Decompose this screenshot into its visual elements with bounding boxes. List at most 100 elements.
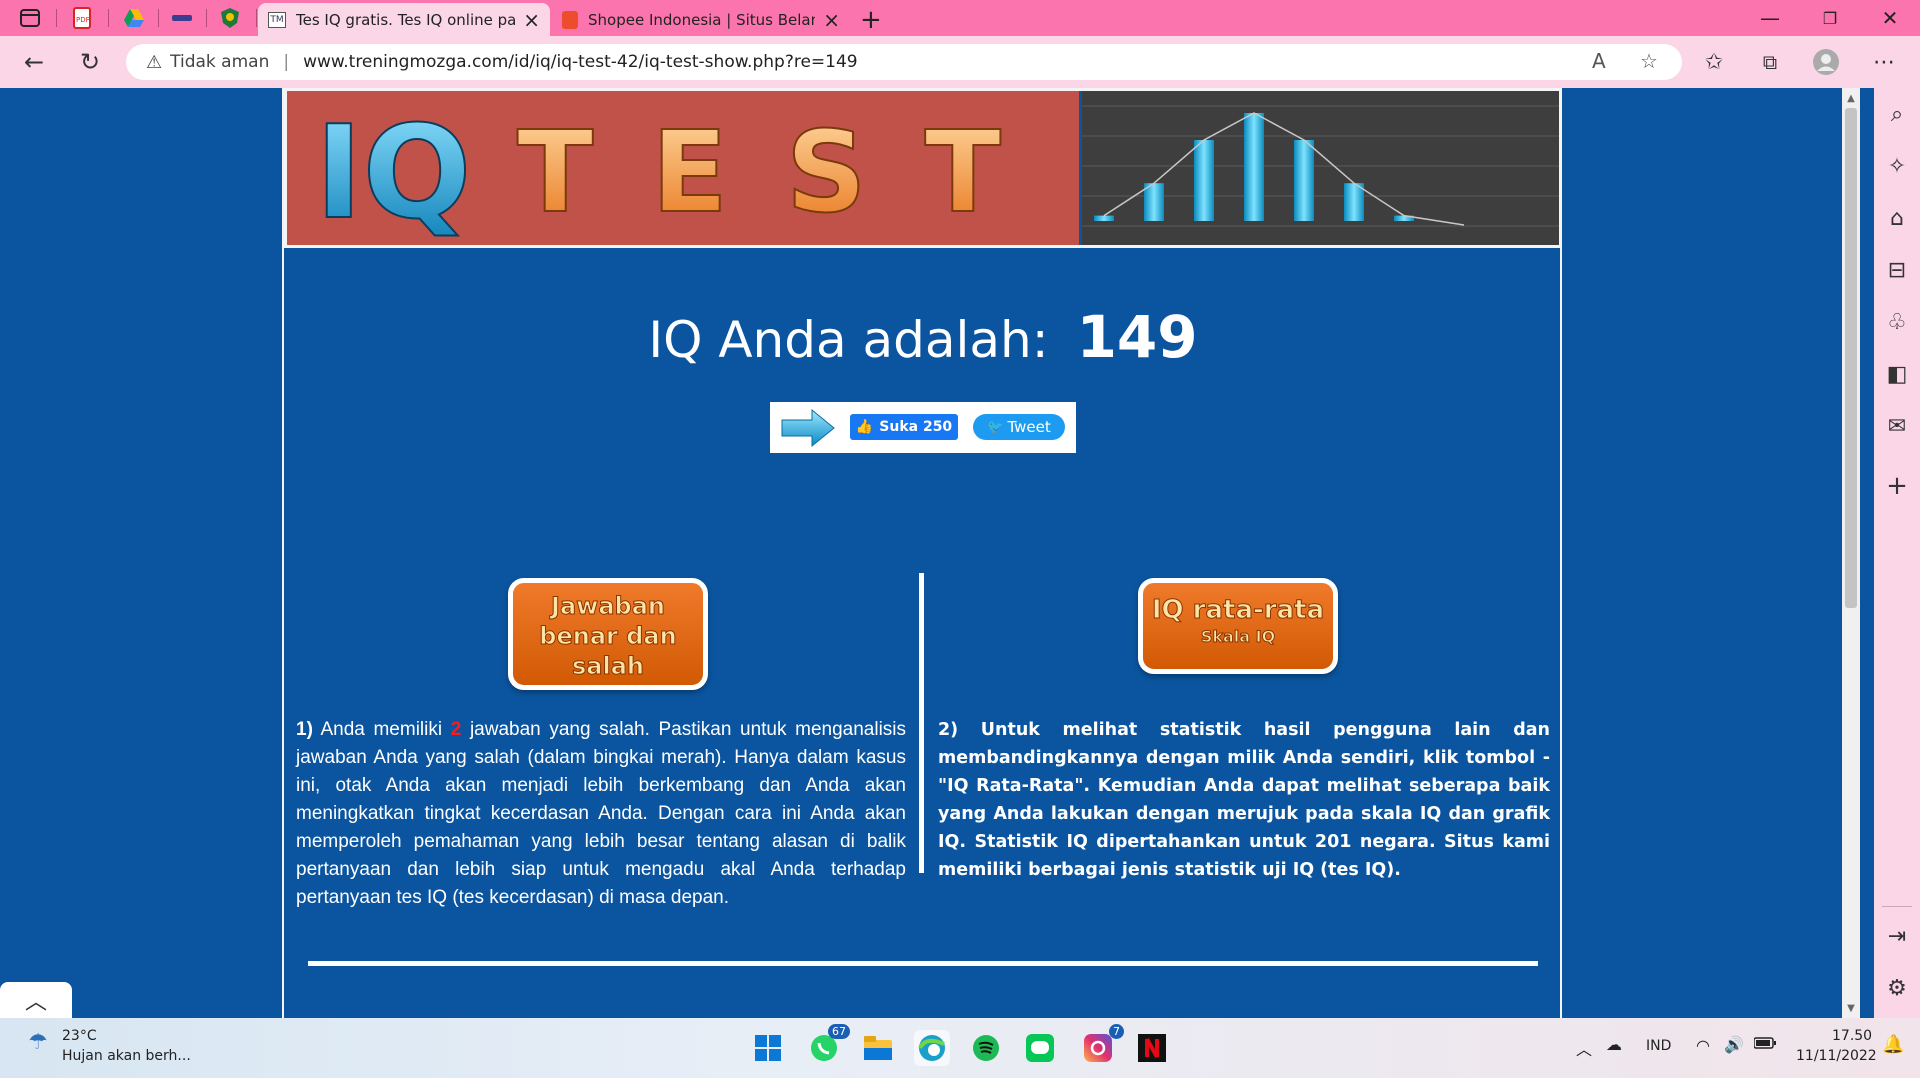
netflix-icon[interactable] — [1134, 1030, 1170, 1066]
clock-date[interactable]: 11/11/2022 — [1796, 1048, 1877, 1064]
svg-text:PDF: PDF — [76, 16, 90, 24]
scrollbar-thumb[interactable] — [1845, 108, 1857, 608]
correct-wrong-answers-button[interactable]: Jawaban benar dan salah — [508, 578, 708, 690]
instagram-badge: 7 — [1109, 1024, 1124, 1039]
address-bar[interactable]: ⚠ Tidak aman | www.treningmozga.com/id/i… — [126, 44, 1682, 80]
share-box: 👍 Suka 250 🐦 Tweet — [770, 402, 1076, 453]
banner-logo: IQ TEST — [287, 91, 1079, 245]
vertical-scrollbar[interactable]: ▲ ▼ — [1842, 88, 1860, 1018]
tab-title: Shopee Indonesia | Situs Belanja — [588, 10, 816, 29]
scroll-to-top-button[interactable]: ︿ — [0, 982, 72, 1018]
file-explorer-icon[interactable] — [860, 1030, 896, 1066]
edge-sidebar: ⌕ ✧ ⌂ ⊟ ♧ ◧ ✉ + ⇥ ⚙ — [1874, 88, 1920, 1018]
warning-icon[interactable]: ⚠ — [146, 52, 162, 73]
edge-browser-icon[interactable] — [914, 1030, 950, 1066]
start-windows-icon[interactable] — [750, 1030, 786, 1066]
tab-title: Tes IQ gratis. Tes IQ online paling — [296, 10, 516, 29]
outlook-icon[interactable]: ✉ — [1874, 406, 1920, 446]
tab-shopee[interactable]: Shopee Indonesia | Situs Belanja × — [552, 3, 850, 36]
games-icon[interactable]: ♧ — [1874, 302, 1920, 342]
close-tab-icon[interactable]: × — [523, 8, 540, 32]
average-button-sublabel: Skala IQ — [1200, 627, 1276, 647]
line-app-icon[interactable] — [1022, 1030, 1058, 1066]
weather-desc[interactable]: Hujan akan berh... — [62, 1048, 191, 1064]
weather-temp[interactable]: 23°C — [62, 1028, 97, 1044]
page-content: IQ TEST IQ Anda adalah: 149 👍 Suka 250 🐦… — [282, 88, 1562, 1018]
tab-actions-icon[interactable] — [8, 3, 52, 33]
copilot-sparkle-icon[interactable]: ✧ — [1874, 146, 1920, 186]
refresh-icon[interactable]: ↻ — [72, 44, 108, 80]
battery-icon[interactable] — [1753, 1037, 1776, 1053]
tray-chevron-up-icon[interactable]: ︿ — [1576, 1036, 1592, 1060]
curve-bar — [1294, 140, 1314, 221]
arrow-right-icon — [781, 408, 835, 448]
more-menu-icon[interactable]: ⋯ — [1866, 44, 1902, 80]
minimize-button[interactable]: — — [1740, 0, 1800, 36]
add-icon[interactable]: + — [1874, 466, 1920, 506]
pdf-icon[interactable]: PDF — [60, 3, 104, 33]
para1-lead: Anda memiliki — [320, 719, 443, 740]
weather-rain-icon[interactable]: ☂ — [28, 1030, 48, 1055]
wrong-count: 2 — [450, 719, 462, 740]
tools-icon[interactable]: ⊟ — [1874, 250, 1920, 290]
back-icon[interactable]: ← — [16, 44, 52, 80]
wrong-answers-paragraph: 1) Anda memiliki 2 jawaban yang salah. P… — [296, 716, 906, 912]
language-indicator[interactable]: IND — [1646, 1038, 1671, 1054]
thumbs-up-icon: 👍 — [855, 419, 874, 435]
close-tab-icon[interactable]: × — [823, 8, 840, 32]
iq-result: IQ Anda adalah: 149 — [284, 303, 1562, 371]
whatsapp-badge: 67 — [828, 1024, 850, 1039]
clock-time[interactable]: 17.50 — [1832, 1028, 1872, 1044]
bell-curve-chart — [1082, 91, 1559, 245]
chevron-up-icon: ︿ — [24, 990, 47, 1015]
close-window-button[interactable]: ✕ — [1860, 0, 1920, 36]
add-favorite-icon[interactable]: ☆ — [1640, 49, 1658, 73]
para2-number: 2) — [938, 720, 959, 740]
logo-test-text: TEST — [517, 108, 1059, 238]
column-divider — [919, 573, 924, 873]
iq-result-label: IQ Anda adalah: — [648, 311, 1049, 369]
like-label: Suka 250 — [879, 419, 953, 435]
collections-icon[interactable]: ⧉ — [1752, 44, 1788, 80]
onedrive-cloud-icon[interactable]: ☁ — [1606, 1035, 1622, 1054]
facebook-like-button[interactable]: 👍 Suka 250 — [850, 414, 958, 440]
favorites-icon[interactable]: ✩ — [1696, 44, 1732, 80]
sidebar-hide-icon[interactable]: ⇥ — [1874, 916, 1920, 956]
search-icon[interactable]: ⌕ — [1874, 94, 1920, 134]
windows-taskbar: ☂ 23°C Hujan akan berh... 67 7 ︿ ☁ IND ◠… — [0, 1018, 1920, 1078]
instagram-icon[interactable]: 7 — [1080, 1024, 1124, 1066]
curve-bar — [1094, 215, 1114, 221]
average-button-label: IQ rata-rata — [1151, 595, 1325, 626]
iq-test-banner: IQ TEST — [284, 88, 1562, 248]
tweet-label: Tweet — [1007, 418, 1051, 436]
read-aloud-icon[interactable]: A — [1592, 49, 1606, 73]
logo-iq-text: IQ — [315, 99, 471, 245]
curve-bar — [1194, 140, 1214, 221]
speaker-icon[interactable]: 🔊 — [1724, 1035, 1744, 1054]
wifi-icon[interactable]: ◠ — [1696, 1036, 1710, 1055]
drive-icon[interactable] — [112, 3, 156, 33]
security-label[interactable]: Tidak aman — [170, 52, 269, 72]
new-tab-button[interactable]: + — [852, 3, 896, 36]
tweet-button[interactable]: 🐦 Tweet — [973, 414, 1065, 440]
scroll-up-arrow-icon[interactable]: ▲ — [1842, 90, 1860, 106]
shield-icon[interactable] — [208, 3, 252, 33]
restore-button[interactable]: ❐ — [1800, 0, 1860, 36]
office-icon[interactable]: ◧ — [1874, 354, 1920, 394]
settings-gear-icon[interactable]: ⚙ — [1874, 968, 1920, 1008]
spotify-icon[interactable] — [968, 1030, 1004, 1066]
curve-bar — [1344, 183, 1364, 221]
tab-iq-test[interactable]: TM Tes IQ gratis. Tes IQ online paling × — [258, 3, 550, 36]
para2-text: Untuk melihat statistik hasil pengguna l… — [938, 720, 1551, 880]
iq-average-button[interactable]: IQ rata-rata Skala IQ — [1138, 578, 1338, 674]
extension-icon[interactable] — [160, 3, 204, 33]
url-text[interactable]: www.treningmozga.com/id/iq/iq-test-42/iq… — [303, 52, 858, 72]
statistics-paragraph: 2) Untuk melihat statistik hasil penggun… — [938, 716, 1550, 884]
whatsapp-icon[interactable]: 67 — [806, 1024, 850, 1066]
scroll-down-arrow-icon[interactable]: ▼ — [1842, 1000, 1860, 1016]
tag-icon[interactable]: ⌂ — [1874, 198, 1920, 238]
navigation-bar: ← ↻ ⚠ Tidak aman | www.treningmozga.com/… — [0, 36, 1920, 88]
profile-avatar[interactable] — [1808, 44, 1844, 80]
para1-number: 1) — [296, 719, 313, 740]
notification-bell-icon[interactable]: 🔔 — [1882, 1034, 1904, 1055]
